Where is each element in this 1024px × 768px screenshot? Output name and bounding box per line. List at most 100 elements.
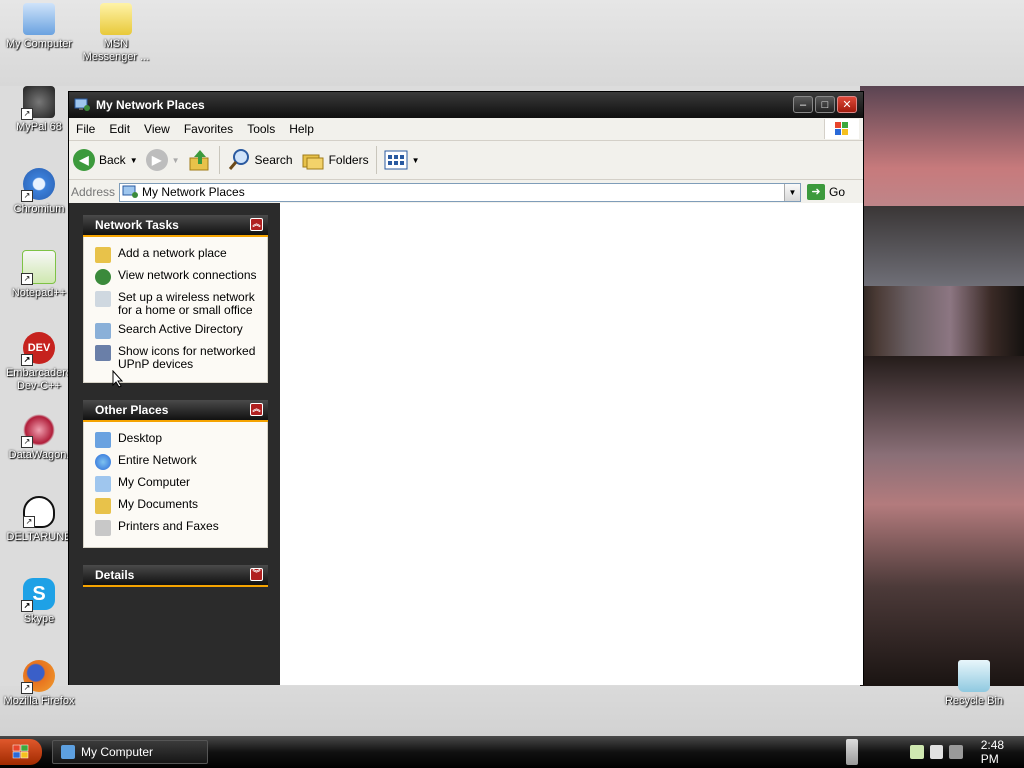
menu-edit[interactable]: Edit [102, 122, 137, 136]
place-printers-faxes[interactable]: Printers and Faxes [84, 517, 267, 539]
folders-icon [302, 154, 324, 170]
expand-chevron-icon[interactable]: ︾ [250, 568, 263, 581]
menu-bar: File Edit View Favorites Tools Help [69, 118, 863, 141]
views-button[interactable]: ▼ [380, 145, 424, 175]
notepadpp-icon: ↗ [21, 250, 56, 285]
taskbar-button-my-computer[interactable]: My Computer [52, 740, 208, 764]
task-setup-wireless-network[interactable]: Set up a wireless network for a home or … [84, 288, 267, 320]
other-places-header[interactable]: Other Places ︽ [83, 400, 268, 422]
back-arrow-icon: ◀ [73, 149, 95, 171]
windows-logo-icon [12, 744, 29, 759]
place-my-documents[interactable]: My Documents [84, 495, 267, 517]
network-tasks-panel: Network Tasks ︽ Add a network place View… [83, 215, 268, 383]
menu-tools[interactable]: Tools [240, 122, 282, 136]
tray-expand-button[interactable] [846, 739, 858, 765]
go-button[interactable]: ➜ Go [807, 184, 845, 200]
desktop-icon-recycle-bin[interactable]: Recycle Bin [936, 660, 1012, 708]
collapse-chevron-icon[interactable]: ︽ [250, 403, 263, 416]
desktop-icon-msn-messenger[interactable]: MSN Messenger ... [78, 3, 154, 64]
forward-arrow-icon: ▶ [145, 149, 168, 171]
desktop-icon-datawagon[interactable]: ↗ DataWagon. [1, 414, 77, 462]
address-dropdown-icon[interactable]: ▼ [784, 183, 800, 201]
forward-button[interactable]: ▶ ▼ [142, 145, 184, 175]
back-button[interactable]: ◀ Back ▼ [69, 145, 142, 175]
windows-logo-icon [824, 119, 859, 139]
minimize-button[interactable]: – [793, 96, 813, 113]
mouse-cursor-icon [112, 370, 124, 388]
start-button[interactable] [0, 739, 42, 765]
my-computer-icon [95, 476, 111, 492]
details-panel: Details ︾ [83, 565, 268, 587]
tray-notification-icon[interactable] [910, 745, 924, 759]
wireless-network-icon [95, 291, 111, 307]
add-network-place-icon [95, 247, 111, 263]
desktop-icon-mypal[interactable]: ↗ MyPal 68 [1, 86, 77, 134]
devcpp-icon: DEV ↗ [21, 332, 55, 366]
printers-faxes-icon [95, 520, 111, 536]
window-title: My Network Places [96, 98, 205, 112]
task-search-active-directory[interactable]: Search Active Directory [84, 320, 267, 342]
menu-view[interactable]: View [137, 122, 177, 136]
address-value: My Network Places [142, 185, 245, 199]
wallpaper-mountains [860, 206, 1024, 286]
clock[interactable]: 2:48 PM [981, 738, 1024, 766]
taskbar: My Computer 2:48 PM [0, 736, 1024, 768]
explorer-window[interactable]: My Network Places – □ ✕ File Edit View F… [68, 91, 864, 685]
desktop-icon-my-computer[interactable]: My Computer [1, 3, 77, 51]
my-documents-icon [95, 498, 111, 514]
back-dropdown-icon[interactable]: ▼ [130, 156, 138, 165]
desktop-icon-notepadpp[interactable]: ↗ Notepad++ [1, 250, 77, 300]
views-icon [384, 150, 408, 170]
go-arrow-icon: ➜ [807, 184, 825, 200]
place-desktop[interactable]: Desktop [84, 429, 267, 451]
task-view-network-connections[interactable]: View network connections [84, 266, 267, 288]
content-area: Network Tasks ︽ Add a network place View… [69, 203, 863, 685]
desktop-icon-firefox[interactable]: ↗ Mozilla Firefox [1, 660, 77, 708]
place-entire-network[interactable]: Entire Network [84, 451, 267, 473]
desktop-icon [95, 432, 111, 448]
up-folder-icon [189, 150, 209, 171]
wallpaper-lake-reflection [860, 356, 1024, 686]
file-list-area[interactable] [280, 203, 863, 685]
upnp-devices-icon [95, 345, 111, 361]
network-tasks-header[interactable]: Network Tasks ︽ [83, 215, 268, 237]
network-status-icon[interactable] [929, 745, 944, 759]
desktop-icon-skype[interactable]: S ↗ Skype [1, 578, 77, 626]
recycle-bin-icon [958, 660, 990, 692]
menu-file[interactable]: File [69, 122, 102, 136]
skype-icon: S ↗ [21, 578, 55, 612]
views-dropdown-icon[interactable]: ▼ [412, 156, 420, 165]
title-bar[interactable]: My Network Places – □ ✕ [69, 92, 863, 118]
task-pane: Network Tasks ︽ Add a network place View… [69, 203, 280, 685]
task-add-network-place[interactable]: Add a network place [84, 244, 267, 266]
volume-icon[interactable] [949, 745, 963, 759]
deltarune-icon: ↗ [23, 496, 55, 528]
collapse-chevron-icon[interactable]: ︽ [250, 218, 263, 231]
menu-favorites[interactable]: Favorites [177, 122, 240, 136]
search-icon [228, 149, 249, 170]
menu-help[interactable]: Help [282, 122, 321, 136]
desktop-icon-deltarune[interactable]: ↗ DELTARUNE [1, 496, 77, 544]
folders-button[interactable]: Folders [297, 145, 373, 175]
mypal-icon: ↗ [21, 86, 55, 120]
desktop-icon-devcpp[interactable]: DEV ↗ Embarcadero Dev-C++ [1, 332, 77, 393]
search-button[interactable]: Search [223, 145, 297, 175]
search-directory-icon [95, 323, 111, 339]
desktop-wallpaper-photo [860, 86, 1024, 736]
datawagon-icon: ↗ [21, 414, 55, 448]
network-places-icon [122, 185, 138, 198]
desktop-icon-chromium[interactable]: ↗ Chromium [1, 168, 77, 216]
chromium-icon: ↗ [21, 168, 55, 202]
entire-network-icon [95, 454, 111, 470]
network-connections-icon [95, 269, 111, 285]
up-folder-button[interactable] [184, 145, 216, 175]
details-header[interactable]: Details ︾ [83, 565, 268, 587]
address-bar: Address My Network Places ▼ ➜ Go [69, 180, 863, 205]
close-button[interactable]: ✕ [837, 96, 857, 113]
forward-dropdown-icon[interactable]: ▼ [172, 156, 180, 165]
address-field[interactable]: My Network Places ▼ [119, 182, 801, 202]
place-my-computer[interactable]: My Computer [84, 473, 267, 495]
maximize-button[interactable]: □ [815, 96, 835, 113]
my-computer-icon [61, 745, 75, 759]
toolbar: ◀ Back ▼ ▶ ▼ Search Folders ▼ [69, 141, 863, 180]
